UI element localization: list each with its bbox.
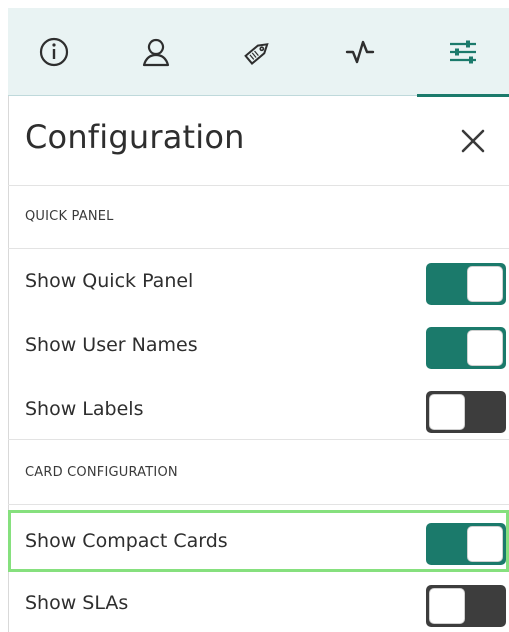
section-header-quick-panel: QUICK PANEL xyxy=(8,187,509,249)
setting-row-show-quick-panel: Show Quick Panel xyxy=(8,250,509,312)
activity-icon xyxy=(345,40,375,64)
tab-info[interactable] xyxy=(8,8,100,96)
show-slas-toggle[interactable] xyxy=(426,585,506,627)
setting-row-show-labels: Show Labels xyxy=(8,378,509,440)
user-icon xyxy=(142,38,170,67)
tab-configuration[interactable] xyxy=(417,8,509,97)
setting-label: Show Compact Cards xyxy=(25,530,228,552)
close-icon xyxy=(461,129,485,153)
configuration-header: Configuration xyxy=(8,96,509,186)
section-label: QUICK PANEL xyxy=(25,209,114,224)
toggle-knob xyxy=(429,588,465,624)
section-label: CARD CONFIGURATION xyxy=(25,465,178,480)
info-icon xyxy=(39,37,69,67)
toggle-knob xyxy=(467,330,503,366)
setting-row-show-compact-cards: Show Compact Cards xyxy=(8,510,509,572)
setting-row-show-user-names: Show User Names xyxy=(8,314,509,376)
sliders-icon xyxy=(450,40,476,64)
setting-label: Show Quick Panel xyxy=(25,270,194,292)
setting-row-show-slas: Show SLAs xyxy=(8,572,509,632)
show-compact-cards-toggle[interactable] xyxy=(426,523,506,565)
show-labels-toggle[interactable] xyxy=(426,391,506,433)
toggle-knob xyxy=(467,526,503,562)
toggle-knob xyxy=(467,266,503,302)
tab-user[interactable] xyxy=(110,8,202,96)
setting-label: Show User Names xyxy=(25,334,198,356)
close-button[interactable] xyxy=(459,127,487,155)
show-quick-panel-toggle[interactable] xyxy=(426,263,506,305)
show-user-names-toggle[interactable] xyxy=(426,327,506,369)
setting-label: Show SLAs xyxy=(25,592,129,614)
section-header-card-configuration: CARD CONFIGURATION xyxy=(8,443,509,505)
tag-icon xyxy=(244,43,269,65)
tab-activity[interactable] xyxy=(314,8,406,96)
tab-tags[interactable] xyxy=(212,8,304,96)
toggle-knob xyxy=(429,394,465,430)
page-title: Configuration xyxy=(25,118,245,156)
tab-bar xyxy=(8,8,509,97)
setting-label: Show Labels xyxy=(25,398,144,420)
